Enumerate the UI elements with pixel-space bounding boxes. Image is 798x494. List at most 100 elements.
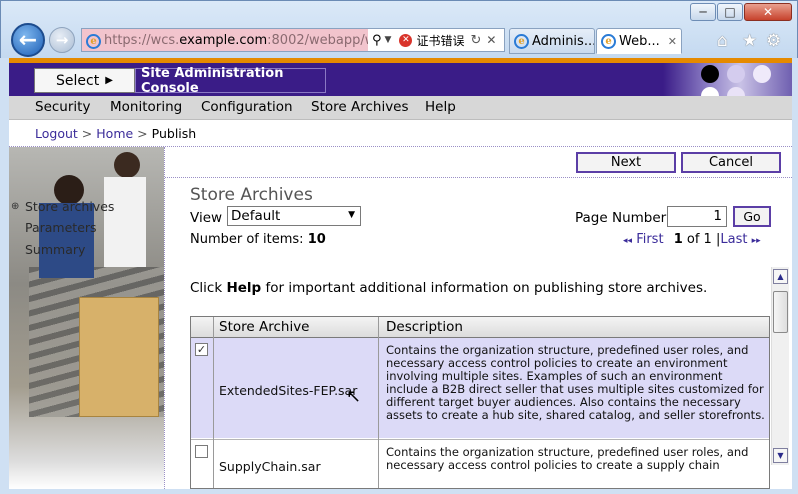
breadcrumb-home[interactable]: Home [96,126,133,141]
tab-admin-label: Adminis... [532,33,595,49]
row-checkbox[interactable]: ✓ [195,343,208,356]
tab-web[interactable]: e Web... ✕ [596,28,682,54]
close-window-button[interactable]: ✕ [744,3,792,21]
minimize-button[interactable]: ─ [690,3,716,21]
divider [165,177,792,178]
url-host: example.com [179,32,268,48]
gear-icon[interactable]: ⚙ [766,31,781,51]
double-chevron-left-icon: ◂◂ [623,236,633,246]
column-divider [378,317,379,488]
help-text: Click Help for important additional info… [190,280,707,296]
next-button[interactable]: Next [576,152,676,173]
archive-description: Contains the organization structure, pre… [386,343,765,422]
cert-error-label[interactable]: 证书错误 [416,32,464,49]
person-graphic [39,203,94,278]
banner-dot [701,65,719,83]
page-number-label: Page Number [575,210,667,226]
archive-name: SupplyChain.sar [219,459,321,474]
pager-last[interactable]: Last [720,232,747,247]
column-header-description[interactable]: Description [386,319,463,335]
help-link: Help [226,280,262,296]
menu-help[interactable]: Help [425,99,456,115]
nav-summary[interactable]: Summary [25,242,85,257]
help-text-pre: Click [190,280,227,296]
address-url[interactable]: e https://wcs.example.com:8002/webapp/wc… [82,29,368,51]
nav-parameters[interactable]: Parameters [25,220,97,235]
item-count-label: Number of items: [190,232,304,247]
banner-dot [727,65,745,83]
forward-button[interactable]: → [49,27,75,53]
plus-icon: ⊕ [11,201,20,212]
breadcrumb-separator: > [137,126,148,141]
store-archive-table: Store Archive Description ✓ ExtendedSite… [190,316,770,489]
item-count-value: 10 [307,232,326,247]
web-page: Select ▶ Site Administration Console Sec… [9,58,792,489]
row-checkbox[interactable] [195,445,208,458]
breadcrumb-separator: > [81,126,93,141]
arrow-right-icon: → [55,31,69,49]
pager-first[interactable]: First [636,232,663,247]
view-select-value: Default [231,208,281,224]
search-icon[interactable]: ⚲ [372,33,382,48]
refresh-icon[interactable]: ↻ [470,33,481,48]
cert-error-icon: ✕ [399,33,413,47]
vertical-scrollbar[interactable]: ▲ ▼ [771,267,789,465]
page-title: Store Archives [190,185,313,205]
tab-web-label: Web... [619,33,660,49]
menu-monitoring[interactable]: Monitoring [110,99,182,115]
select-button-label: Select [56,72,100,89]
pager: ◂◂ First 1 of 1 |Last ▸▸ [623,232,761,247]
view-select[interactable]: Default ▼ [227,206,361,226]
pager-total: 1 [703,232,712,247]
home-icon[interactable]: ⌂ [717,31,728,51]
browser-chrome: ─ □ ✕ ← → e https://wcs. example.com:8002… [0,0,798,58]
column-header-store-archive[interactable]: Store Archive [219,319,310,335]
scrollbar-thumb[interactable] [773,291,788,333]
url-prefix: https://wcs. [104,32,180,48]
breadcrumb: Logout > Home > Publish [35,126,196,141]
item-count: Number of items: 10 [190,232,326,247]
pager-of: of [686,232,700,247]
double-chevron-right-icon: ▸▸ [751,236,761,246]
go-button[interactable]: Go [733,206,771,227]
site-title: Site Administration Console [135,66,326,96]
tab-admin[interactable]: e Adminis... [509,28,595,54]
archive-name: ExtendedSites-FEP.sar [219,383,358,398]
stop-icon[interactable]: ✕ [486,33,496,47]
menu-security[interactable]: Security [35,99,90,115]
cancel-button[interactable]: Cancel [681,152,781,173]
banner-graphic [663,63,792,105]
warehouse-photo: ⊕ Store archives Parameters Summary [9,147,164,489]
person-graphic [114,152,140,178]
scroll-up-icon[interactable]: ▲ [773,269,788,284]
menu-store-archives[interactable]: Store Archives [311,99,409,115]
breadcrumb-logout[interactable]: Logout [35,126,78,141]
table-row[interactable]: ✓ ExtendedSites-FEP.sar Contains the org… [191,338,769,438]
mouse-cursor-icon: ↖ [346,386,362,407]
select-button[interactable]: Select ▶ [34,68,135,93]
table-row[interactable]: SupplyChain.sar Contains the organizatio… [191,439,769,488]
scroll-down-icon[interactable]: ▼ [773,448,788,463]
arrow-left-icon: ← [18,27,38,53]
person-graphic [104,177,146,267]
nav-store-archives[interactable]: Store archives [25,199,114,214]
close-tab-icon[interactable]: ✕ [668,35,677,48]
ie-tab-icon: e [514,34,529,49]
triangle-right-icon: ▶ [105,75,113,86]
star-icon[interactable]: ★ [742,31,757,51]
table-header: Store Archive Description [191,317,769,338]
breadcrumb-current: Publish [151,126,197,141]
ie-page-icon: e [86,34,101,49]
page-number-input[interactable]: 1 [667,206,727,227]
menu-configuration[interactable]: Configuration [201,99,293,115]
banner-dot [753,65,771,83]
vertical-divider [164,147,165,489]
chevron-down-icon: ▼ [348,210,355,220]
view-label: View [190,210,223,226]
back-button[interactable]: ← [11,23,45,57]
chevron-down-icon[interactable]: ▼ [385,35,392,45]
address-bar[interactable]: e https://wcs.example.com:8002/webapp/wc… [81,28,505,52]
column-divider [213,317,214,488]
maximize-button[interactable]: □ [717,3,743,21]
ie-tab-icon: e [601,34,616,49]
